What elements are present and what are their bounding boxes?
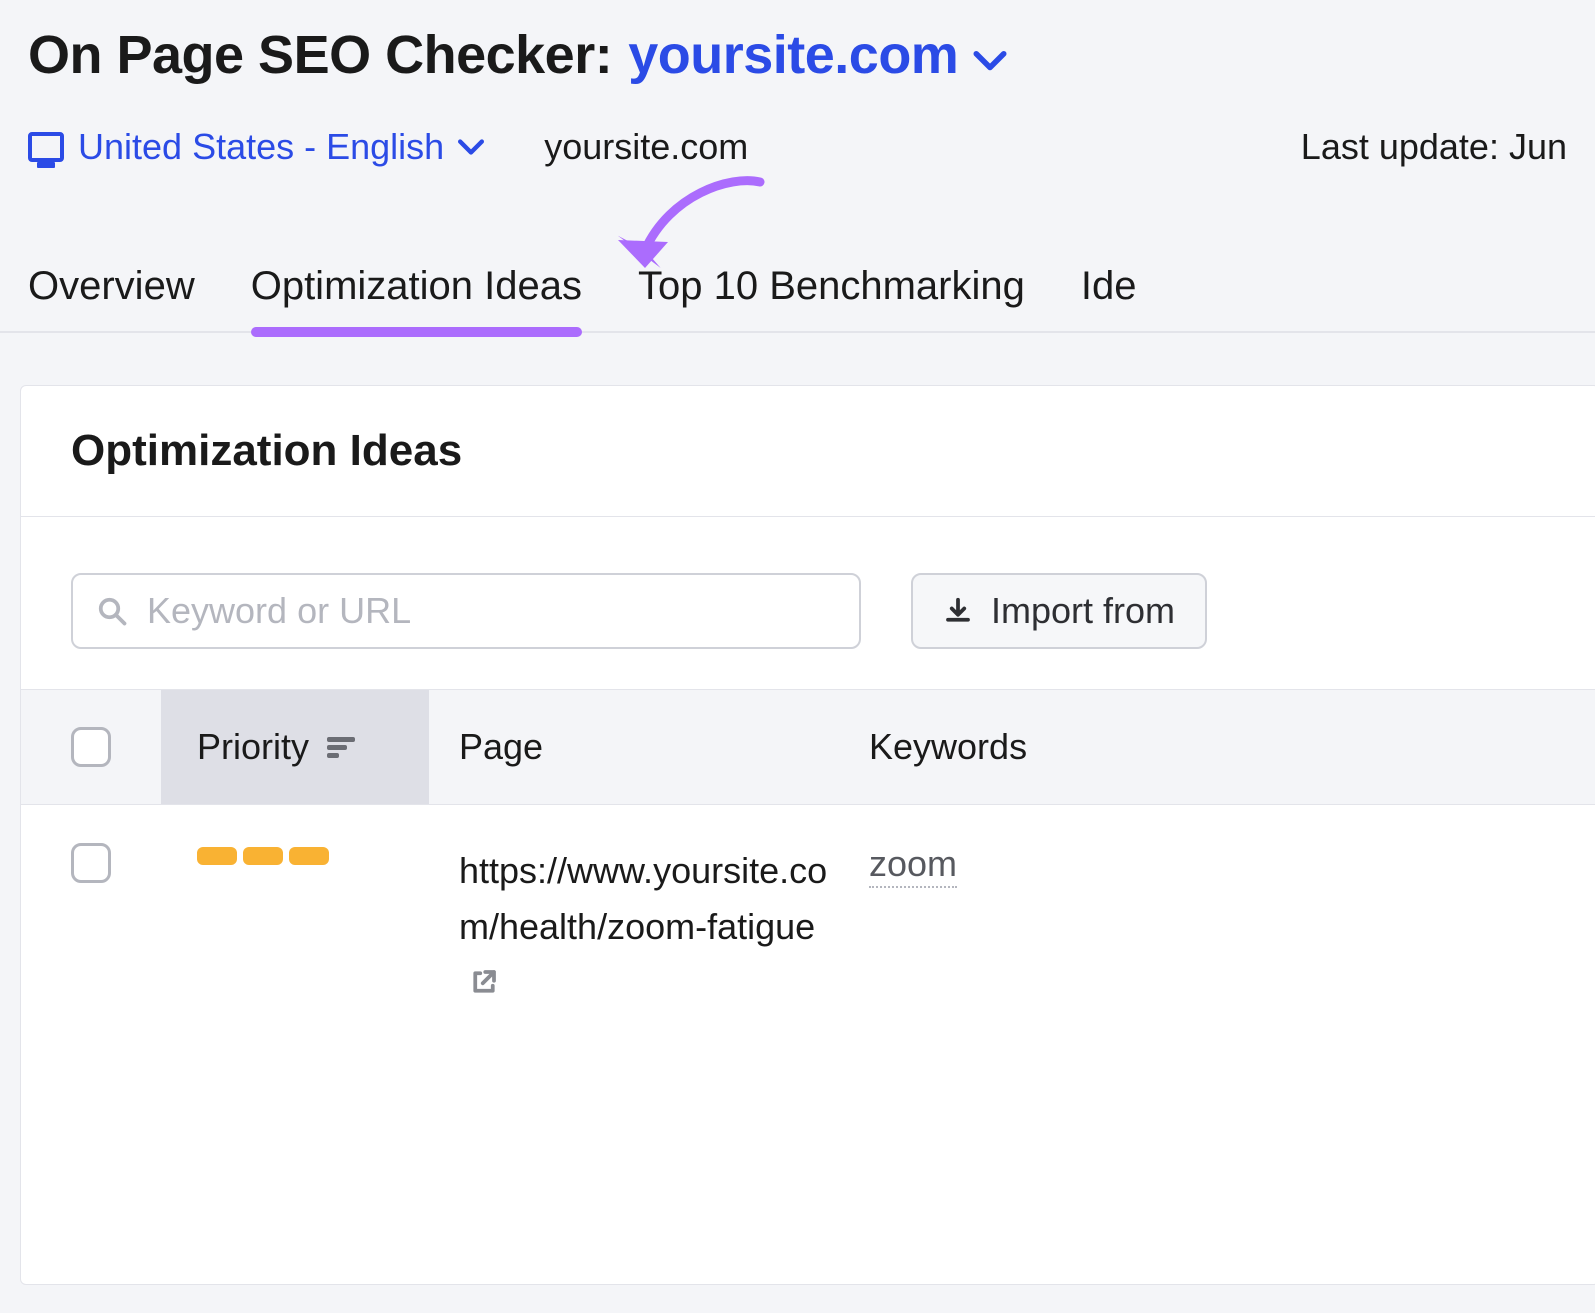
search-input[interactable] xyxy=(147,590,835,632)
last-update: Last update: Jun xyxy=(1301,126,1567,168)
optimization-ideas-panel: Optimization Ideas Import from Priority xyxy=(20,385,1595,1285)
tabs: Overview Optimization Ideas Top 10 Bench… xyxy=(0,264,1595,333)
priority-bar xyxy=(197,847,237,865)
search-input-container[interactable] xyxy=(71,573,861,649)
column-priority[interactable]: Priority xyxy=(161,690,429,804)
column-page[interactable]: Page xyxy=(429,726,839,768)
column-keywords[interactable]: Keywords xyxy=(839,726,1027,768)
priority-bar xyxy=(289,847,329,865)
page-url[interactable]: https://www.yoursite.com/health/zoom-fat… xyxy=(459,850,827,947)
tab-ideas-partial[interactable]: Ide xyxy=(1081,264,1137,331)
table-row: https://www.yoursite.com/health/zoom-fat… xyxy=(21,805,1595,1051)
tab-optimization-ideas[interactable]: Optimization Ideas xyxy=(251,264,582,331)
priority-bar xyxy=(243,847,283,865)
site-name: yoursite.com xyxy=(628,25,958,85)
keyword-link[interactable]: zoom xyxy=(869,843,957,888)
import-button[interactable]: Import from xyxy=(911,573,1207,649)
search-icon xyxy=(97,596,127,626)
priority-indicator xyxy=(161,843,429,865)
external-link-icon[interactable] xyxy=(469,957,499,1013)
select-all-checkbox[interactable] xyxy=(71,727,111,767)
column-priority-label: Priority xyxy=(197,726,309,768)
domain-text: yoursite.com xyxy=(544,126,748,168)
panel-title: Optimization Ideas xyxy=(21,386,1595,517)
tab-overview[interactable]: Overview xyxy=(28,264,195,331)
locale-label: United States - English xyxy=(78,126,444,168)
page-url-cell: https://www.yoursite.com/health/zoom-fat… xyxy=(429,843,839,1013)
page-title: On Page SEO Checker: xyxy=(28,24,612,86)
chevron-down-icon xyxy=(973,25,1007,85)
keywords-cell: zoom xyxy=(839,843,957,885)
monitor-icon xyxy=(28,132,64,162)
site-dropdown[interactable]: yoursite.com xyxy=(628,24,1007,86)
tab-top-10-benchmarking[interactable]: Top 10 Benchmarking xyxy=(638,264,1025,331)
locale-picker[interactable]: United States - English xyxy=(28,126,484,168)
chevron-down-icon xyxy=(458,138,484,156)
table-header: Priority Page Keywords xyxy=(21,689,1595,805)
download-icon xyxy=(943,596,973,626)
row-checkbox[interactable] xyxy=(71,843,111,883)
sort-icon xyxy=(327,735,357,759)
import-label: Import from xyxy=(991,590,1175,632)
